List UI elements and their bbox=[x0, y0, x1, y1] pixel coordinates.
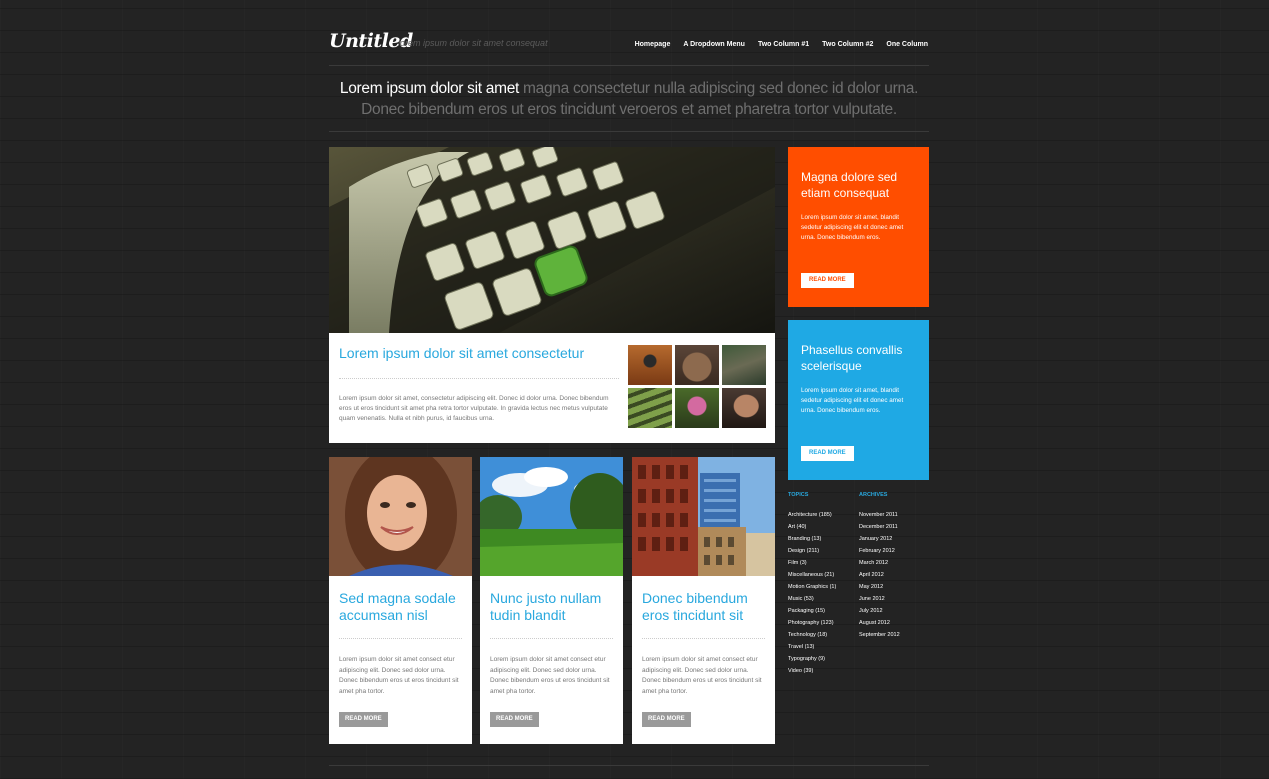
thumbnail-portrait[interactable] bbox=[722, 388, 766, 428]
nav-dropdown-menu[interactable]: A Dropdown Menu bbox=[683, 41, 745, 48]
thumbnail-keyboard[interactable] bbox=[628, 388, 672, 428]
post-card: Donec bibendum eros tincidunt sit Lorem … bbox=[632, 457, 775, 744]
archive-link[interactable]: April 2012 bbox=[859, 569, 900, 581]
archives-heading: ARCHIVES bbox=[859, 492, 888, 498]
intro-highlight: Lorem ipsum dolor sit amet bbox=[339, 80, 520, 97]
intro-divider bbox=[329, 131, 929, 132]
read-more-button[interactable]: READ MORE bbox=[490, 712, 539, 727]
topic-link[interactable]: Travel (13) bbox=[788, 641, 836, 653]
post-card-excerpt: Lorem ipsum dolor sit amet consect etur … bbox=[642, 656, 762, 695]
typewriter-photo[interactable] bbox=[329, 147, 775, 333]
post-card-excerpt: Lorem ipsum dolor sit amet consect etur … bbox=[490, 656, 610, 695]
city-buildings-photo[interactable] bbox=[632, 457, 775, 576]
thumbnail-statue[interactable] bbox=[675, 345, 719, 385]
post-card-title[interactable]: Nunc justo nullam tudin blandit bbox=[490, 590, 618, 624]
topics-heading: TOPICS bbox=[788, 492, 809, 498]
thumbnail-gallery bbox=[628, 345, 766, 428]
topic-link[interactable]: Design (211) bbox=[788, 545, 836, 557]
archive-link[interactable]: January 2012 bbox=[859, 533, 900, 545]
archive-link[interactable]: November 2011 bbox=[859, 509, 900, 521]
archive-link[interactable]: May 2012 bbox=[859, 581, 900, 593]
topic-link[interactable]: Technology (18) bbox=[788, 629, 836, 641]
post-card-divider bbox=[642, 638, 765, 639]
thumbnail-flower[interactable] bbox=[675, 388, 719, 428]
topics-list: TOPICS Architecture (185) Art (40) Brand… bbox=[788, 492, 836, 677]
featured-post-title[interactable]: Lorem ipsum dolor sit amet consectetur bbox=[339, 345, 584, 361]
nav-homepage[interactable]: Homepage bbox=[635, 41, 671, 48]
topic-link[interactable]: Video (39) bbox=[788, 665, 836, 677]
featured-post: Lorem ipsum dolor sit amet consectetur L… bbox=[329, 147, 775, 443]
topic-link[interactable]: Branding (13) bbox=[788, 533, 836, 545]
archive-link[interactable]: September 2012 bbox=[859, 629, 900, 641]
promo-box-blue: Phasellus convallis scelerisque Lorem ip… bbox=[788, 320, 929, 480]
main-nav: Homepage A Dropdown Menu Two Column #1 T… bbox=[635, 41, 928, 48]
post-card: Sed magna sodale accumsan nisl Lorem ips… bbox=[329, 457, 472, 744]
read-more-button[interactable]: READ MORE bbox=[801, 446, 854, 461]
landscape-photo[interactable] bbox=[480, 457, 623, 576]
featured-post-excerpt: Lorem ipsum dolor sit amet, consectetur … bbox=[339, 395, 609, 422]
featured-divider bbox=[339, 378, 619, 379]
promo-title: Magna dolore sed etiam consequat bbox=[801, 170, 898, 200]
thumbnail-path[interactable] bbox=[722, 345, 766, 385]
page-wrapper: Untitled lorem ipsum dolor sit amet cons… bbox=[329, 0, 929, 779]
promo-title: Phasellus convallis scelerisque bbox=[801, 343, 903, 373]
topic-link[interactable]: Miscellaneous (21) bbox=[788, 569, 836, 581]
topic-link[interactable]: Photography (123) bbox=[788, 617, 836, 629]
site-tagline: lorem ipsum dolor sit amet consequat bbox=[398, 38, 548, 48]
archive-link[interactable]: June 2012 bbox=[859, 593, 900, 605]
topic-link[interactable]: Film (3) bbox=[788, 557, 836, 569]
post-card-divider bbox=[339, 638, 462, 639]
intro-text: Lorem ipsum dolor sit amet magna consect… bbox=[329, 78, 929, 120]
woman-portrait-photo[interactable] bbox=[329, 457, 472, 576]
archive-link[interactable]: July 2012 bbox=[859, 605, 900, 617]
archive-link[interactable]: August 2012 bbox=[859, 617, 900, 629]
topic-link[interactable]: Typography (9) bbox=[788, 653, 836, 665]
topic-link[interactable]: Music (53) bbox=[788, 593, 836, 605]
post-card-excerpt: Lorem ipsum dolor sit amet consect etur … bbox=[339, 656, 459, 695]
thumbnail-joystick[interactable] bbox=[628, 345, 672, 385]
post-card-title[interactable]: Sed magna sodale accumsan nisl bbox=[339, 590, 467, 624]
nav-one-column[interactable]: One Column bbox=[886, 41, 928, 48]
archives-list: ARCHIVES November 2011 December 2011 Jan… bbox=[859, 492, 900, 641]
read-more-button[interactable]: READ MORE bbox=[801, 273, 854, 288]
topic-link[interactable]: Art (40) bbox=[788, 521, 836, 533]
archive-link[interactable]: December 2011 bbox=[859, 521, 900, 533]
topic-link[interactable]: Architecture (185) bbox=[788, 509, 836, 521]
post-card: Nunc justo nullam tudin blandit Lorem ip… bbox=[480, 457, 623, 744]
post-card-divider bbox=[490, 638, 613, 639]
archive-link[interactable]: February 2012 bbox=[859, 545, 900, 557]
promo-box-orange: Magna dolore sed etiam consequat Lorem i… bbox=[788, 147, 929, 307]
read-more-button[interactable]: READ MORE bbox=[339, 712, 388, 727]
post-card-title[interactable]: Donec bibendum eros tincidunt sit bbox=[642, 590, 770, 624]
header-divider bbox=[329, 65, 929, 66]
topic-link[interactable]: Motion Graphics (1) bbox=[788, 581, 836, 593]
read-more-button[interactable]: READ MORE bbox=[642, 712, 691, 727]
archive-link[interactable]: March 2012 bbox=[859, 557, 900, 569]
nav-two-column-1[interactable]: Two Column #1 bbox=[758, 41, 809, 48]
featured-post-body: Lorem ipsum dolor sit amet consectetur L… bbox=[329, 333, 775, 443]
nav-two-column-2[interactable]: Two Column #2 bbox=[822, 41, 873, 48]
promo-text: Lorem ipsum dolor sit amet, blandit sede… bbox=[801, 387, 904, 414]
footer-divider bbox=[329, 765, 929, 766]
promo-text: Lorem ipsum dolor sit amet, blandit sede… bbox=[801, 214, 904, 241]
topic-link[interactable]: Packaging (15) bbox=[788, 605, 836, 617]
